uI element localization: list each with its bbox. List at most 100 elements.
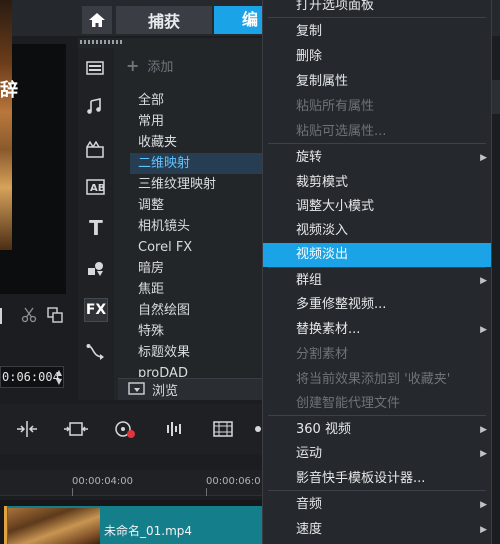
context-menu-item[interactable]: 复制属性 (263, 70, 491, 94)
context-menu-item[interactable]: 删除 (263, 45, 491, 69)
background-panel-edge-2 (492, 80, 500, 114)
menu-item-label: 视频淡出 (296, 247, 349, 262)
browse-label: 浏览 (152, 384, 179, 399)
context-menu-item[interactable]: 复制 (263, 20, 491, 44)
add-button[interactable]: + 添加 (126, 56, 266, 76)
title-icon[interactable]: AB (84, 175, 108, 199)
browse-icon (128, 381, 146, 395)
context-menu-item[interactable]: 多重修整视频... (263, 293, 491, 317)
plus-icon: + (126, 56, 140, 75)
context-menu-item[interactable]: 视频淡出 (263, 243, 491, 267)
library-category-item[interactable]: 特殊 (130, 321, 266, 342)
clip-thumbnail (8, 508, 100, 544)
copy-frame-icon[interactable] (46, 306, 64, 324)
filmstrip-icon[interactable] (210, 418, 238, 440)
panel-grip-handle[interactable] (80, 40, 122, 44)
context-menu-item[interactable]: 音频 ▶ (263, 493, 491, 517)
ruler-label-1: 00:00:04:00 (72, 476, 134, 487)
menu-item-label: 替换素材... (296, 322, 361, 337)
library-category-item[interactable]: 三维纹理映射 (130, 174, 266, 195)
library-category-item[interactable]: 暗房 (130, 258, 266, 279)
library-category-item[interactable]: 常用 (130, 111, 266, 132)
preview-frame-image (0, 0, 12, 250)
context-menu-item: 分割素材 (263, 343, 491, 367)
context-menu-item[interactable]: 打开选项面板 (263, 0, 491, 18)
context-menu-item[interactable]: 裁剪模式 (263, 171, 491, 195)
context-menu-item: 粘贴可选属性... (263, 120, 491, 144)
menu-item-label: 音频 (296, 497, 323, 512)
clip-name: 未命名_01.mp4 (104, 524, 193, 538)
library-category-item[interactable]: Corel FX (130, 237, 266, 258)
audio-mixer-icon[interactable] (160, 418, 186, 440)
menu-item-label: 粘贴可选属性... (296, 124, 387, 139)
menu-separator (268, 267, 486, 268)
library-category-item[interactable]: proDAD (130, 363, 266, 377)
ruler-tick (206, 488, 207, 496)
menu-item-label: 打开选项面板 (296, 0, 375, 13)
record-icon[interactable] (112, 418, 138, 440)
transition-icon[interactable] (84, 138, 108, 162)
path-icon[interactable] (84, 340, 108, 364)
menu-item-label: 复制 (296, 24, 323, 39)
menu-item-label: 360 视频 (296, 422, 351, 437)
fx-icon[interactable]: FX (84, 298, 108, 322)
submenu-arrow-icon: ▶ (480, 449, 487, 459)
submenu-arrow-icon: ▶ (480, 425, 487, 435)
context-menu-item[interactable]: 群组 ▶ (263, 269, 491, 293)
context-menu-item: 将当前效果添加到 '收藏夹' (263, 368, 491, 392)
fit-timeline-icon[interactable] (62, 418, 90, 440)
library-category-item[interactable]: 焦距 (130, 279, 266, 300)
context-menu-item[interactable]: 速度 ▶ (263, 518, 491, 542)
submenu-arrow-icon: ▶ (480, 276, 487, 286)
submenu-arrow-icon: ▶ (480, 525, 487, 535)
menu-item-label: 调整大小模式 (296, 199, 375, 214)
library-category-item[interactable]: 调整 (130, 195, 266, 216)
graphics-icon[interactable] (84, 257, 108, 281)
context-menu-item[interactable]: 调整大小模式 (263, 195, 491, 219)
scissors-icon[interactable] (20, 306, 38, 324)
more-tool-icon[interactable] (250, 418, 262, 440)
context-menu-item[interactable]: 视频淡入 (263, 219, 491, 243)
menu-item-label: 速度 (296, 522, 323, 537)
menu-item-label: 分割素材 (296, 347, 349, 362)
library-category-item[interactable]: 全部 (130, 90, 266, 111)
library-category-item[interactable]: 自然绘图 (130, 300, 266, 321)
text-icon[interactable]: T (84, 216, 108, 240)
context-menu-item[interactable]: 360 视频 ▶ (263, 418, 491, 442)
submenu-arrow-icon: ▶ (480, 325, 487, 335)
tab-capture[interactable]: 捕获 (116, 6, 212, 34)
stepper-down-icon[interactable]: ▼ (54, 377, 64, 386)
menu-item-label: 群组 (296, 273, 323, 288)
add-label: 添加 (147, 60, 174, 75)
audio-icon[interactable] (84, 95, 108, 119)
menu-item-label: 视频淡入 (296, 223, 349, 238)
media-icon[interactable] (84, 56, 108, 80)
menu-item-label: 创建智能代理文件 (296, 396, 401, 411)
menu-item-label: 删除 (296, 49, 323, 64)
menu-item-label: 运动 (296, 446, 323, 461)
timecode-stepper[interactable]: ▲ ▼ (54, 368, 64, 386)
context-menu-item: 粘贴所有属性 (263, 95, 491, 119)
stepper-up-icon[interactable]: ▲ (54, 368, 64, 377)
ripple-edit-icon[interactable] (14, 418, 40, 440)
library-category-item[interactable]: 相机镜头 (130, 216, 266, 237)
menu-item-label: 多重修整视频... (296, 297, 387, 312)
home-button[interactable] (82, 6, 112, 34)
submenu-arrow-icon: ▶ (480, 153, 487, 163)
menu-item-label: 旋转 (296, 150, 323, 165)
menu-item-label: 复制属性 (296, 74, 349, 89)
context-menu-item[interactable]: 运动 ▶ (263, 442, 491, 466)
menu-item-label: 影音快手模板设计器... (296, 471, 426, 486)
preview-overlay-text: 辞 (0, 80, 18, 101)
menu-item-label: 将当前效果添加到 '收藏夹' (296, 372, 451, 387)
ruler-tick (72, 488, 73, 496)
library-category-item[interactable]: 收藏夹 (130, 132, 266, 153)
library-category-item[interactable]: 二维映射 (130, 153, 266, 174)
menu-item-label: 粘贴所有属性 (296, 99, 375, 114)
library-category-item[interactable]: 标题效果 (130, 342, 266, 363)
context-menu-item[interactable]: 影音快手模板设计器... (263, 467, 491, 491)
trim-bar-icon[interactable] (0, 308, 4, 324)
context-menu-item[interactable]: 替换素材... ▶ (263, 318, 491, 342)
svg-text:AB: AB (90, 183, 105, 194)
context-menu-item[interactable]: 旋转 ▶ (263, 146, 491, 170)
